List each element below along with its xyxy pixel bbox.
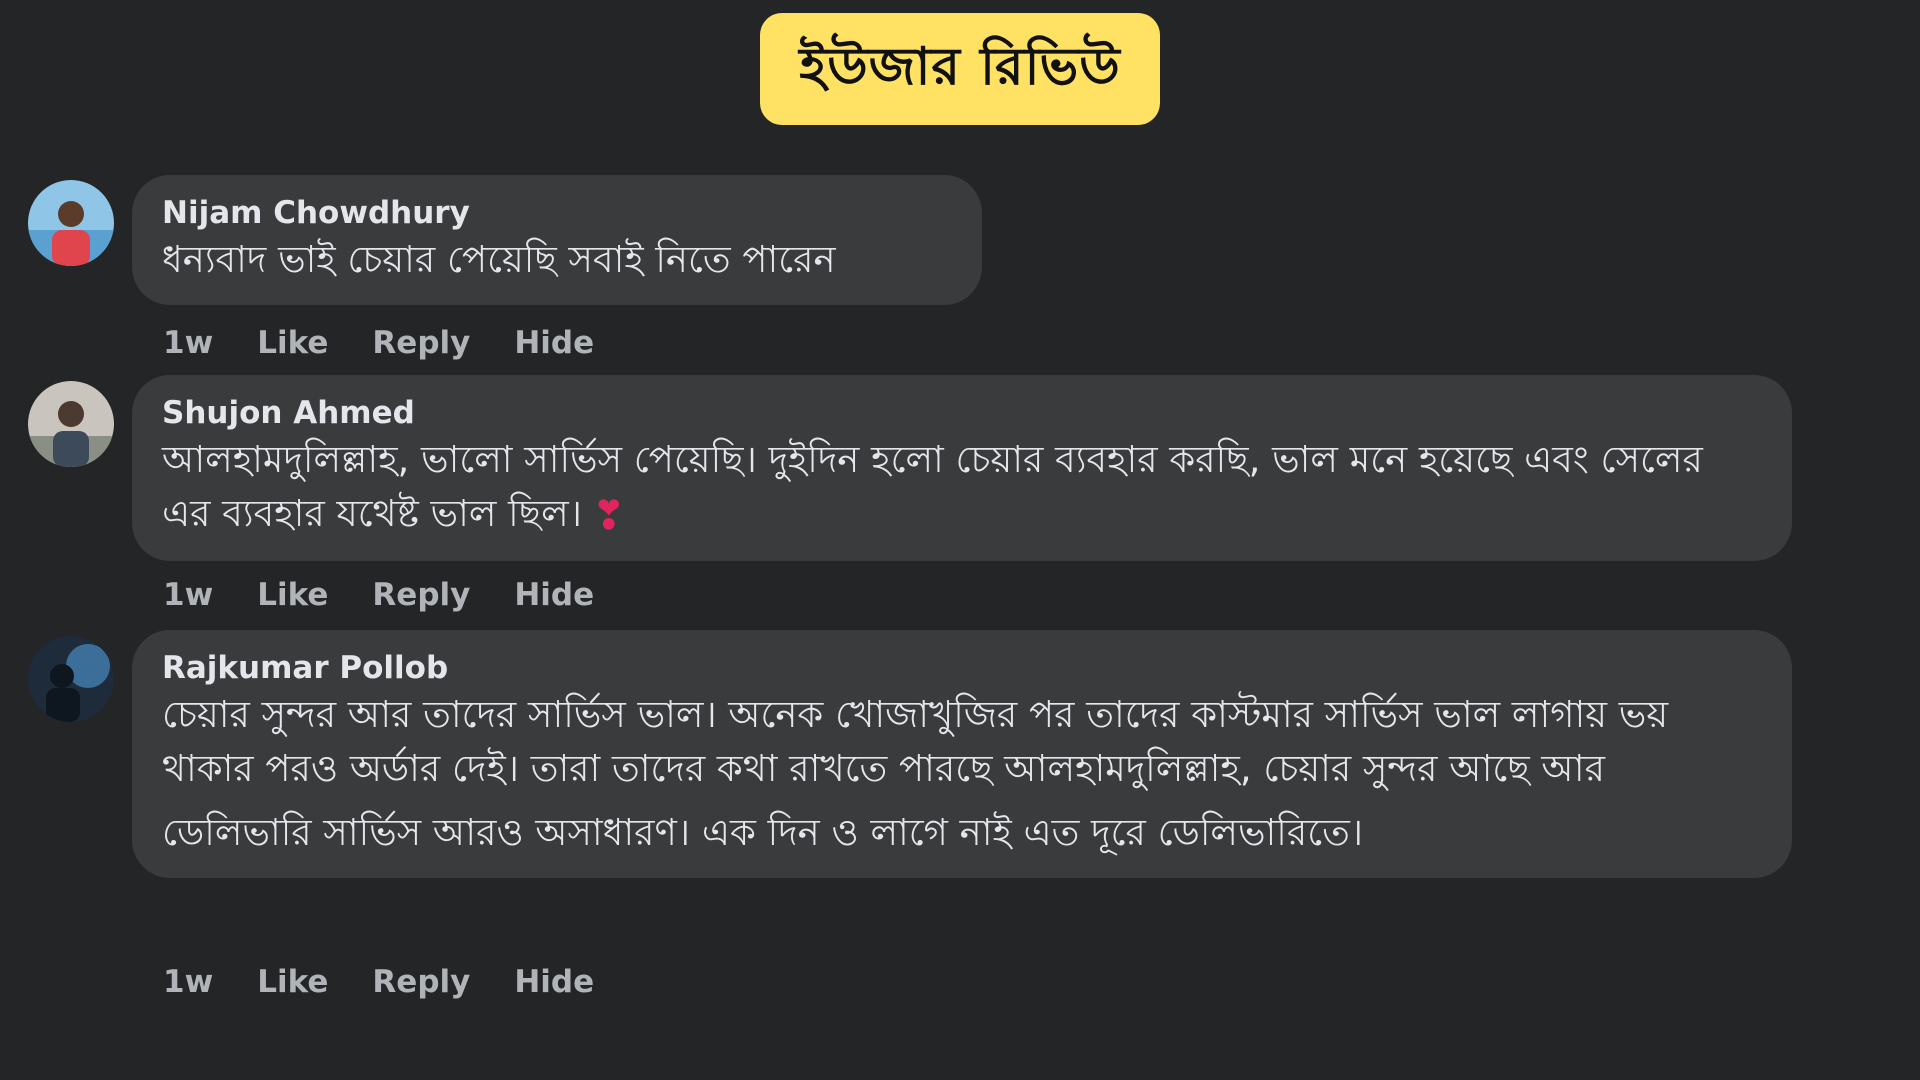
like-button[interactable]: Like bbox=[257, 323, 328, 363]
comment-text: আলহামদুলিল্লাহ, ভালো সার্ভিস পেয়েছি। দু… bbox=[162, 433, 1762, 543]
avatar-image bbox=[28, 180, 114, 266]
page-title: ইউজার রিভিউ bbox=[760, 13, 1160, 125]
comment-bubble: Rajkumar Pollob চেয়ার সুন্দর আর তাদের স… bbox=[132, 630, 1792, 878]
review-page: ইউজার রিভিউ Nijam Chowdhury ধন্যবাদ ভাই … bbox=[0, 0, 1920, 1080]
hide-button[interactable]: Hide bbox=[514, 323, 594, 363]
reply-button[interactable]: Reply bbox=[372, 962, 470, 1002]
heart-exclamation-icon: ❣ bbox=[591, 492, 626, 539]
comment-actions: 1w Like Reply Hide bbox=[163, 962, 594, 1002]
like-button[interactable]: Like bbox=[257, 962, 328, 1002]
comment-text-span: আলহামদুলিল্লাহ, ভালো সার্ভিস পেয়েছি। দু… bbox=[162, 438, 1703, 535]
comment-bubble: Nijam Chowdhury ধন্যবাদ ভাই চেয়ার পেয়ে… bbox=[132, 175, 982, 305]
comment-text-line: আলহামদুলিল্লাহ, ভালো সার্ভিস পেয়েছি। দু… bbox=[162, 433, 1762, 543]
like-button[interactable]: Like bbox=[257, 575, 328, 615]
comment-text: চেয়ার সুন্দর আর তাদের সার্ভিস ভাল। অনেক… bbox=[162, 688, 1762, 860]
avatar[interactable] bbox=[28, 381, 114, 467]
comment-text-line: ডেলিভারি সার্ভিস আরও অসাধারণ। এক দিন ও ল… bbox=[162, 811, 1364, 854]
comment-actions: 1w Like Reply Hide bbox=[163, 323, 594, 363]
comment-author[interactable]: Rajkumar Pollob bbox=[162, 648, 1762, 688]
reply-button[interactable]: Reply bbox=[372, 323, 470, 363]
comment-bubble: Shujon Ahmed আলহামদুলিল্লাহ, ভালো সার্ভি… bbox=[132, 375, 1792, 561]
avatar-image bbox=[28, 381, 114, 467]
comment-text-line: ধন্যবাদ ভাই চেয়ার পেয়েছি সবাই নিতে পার… bbox=[162, 238, 836, 281]
reply-button[interactable]: Reply bbox=[372, 575, 470, 615]
comment-time: 1w bbox=[163, 964, 214, 1000]
comment-time: 1w bbox=[163, 325, 214, 361]
comment-author[interactable]: Nijam Chowdhury bbox=[162, 193, 952, 233]
comment-time: 1w bbox=[163, 577, 214, 613]
avatar[interactable] bbox=[28, 636, 114, 722]
comment-text-line: চেয়ার সুন্দর আর তাদের সার্ভিস ভাল। অনেক… bbox=[162, 693, 1669, 790]
hide-button[interactable]: Hide bbox=[514, 575, 594, 615]
comment-author[interactable]: Shujon Ahmed bbox=[162, 393, 1762, 433]
avatar[interactable] bbox=[28, 180, 114, 266]
comment-text: ধন্যবাদ ভাই চেয়ার পেয়েছি সবাই নিতে পার… bbox=[162, 233, 952, 287]
comment-actions: 1w Like Reply Hide bbox=[163, 575, 594, 615]
hide-button[interactable]: Hide bbox=[514, 962, 594, 1002]
avatar-image bbox=[28, 636, 114, 722]
